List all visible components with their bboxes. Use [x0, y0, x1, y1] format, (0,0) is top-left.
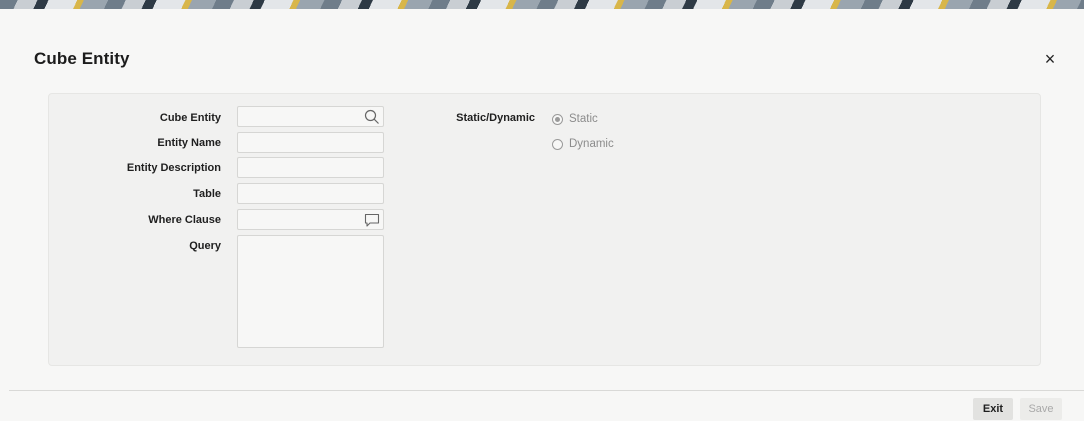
entity-description-field[interactable] [237, 157, 384, 178]
dynamic-radio-option[interactable]: Dynamic [552, 136, 614, 152]
save-button[interactable]: Save [1020, 398, 1062, 420]
footer-divider [9, 390, 1084, 391]
query-textarea[interactable] [237, 235, 384, 348]
comment-icon[interactable] [364, 212, 380, 228]
cube-entity-label: Cube Entity [159, 112, 221, 124]
where-clause-label: Where Clause [148, 214, 221, 226]
static-radio[interactable] [552, 113, 563, 125]
where-clause-field[interactable] [237, 209, 384, 230]
table-label: Table [193, 188, 221, 200]
entity-name-field[interactable] [237, 132, 384, 153]
close-icon[interactable]: × [1041, 50, 1059, 68]
entity-name-label: Entity Name [157, 137, 221, 149]
static-dynamic-label: Static/Dynamic [456, 112, 535, 124]
static-radio-option[interactable]: Static [552, 111, 598, 127]
dynamic-radio-label: Dynamic [569, 138, 614, 150]
page-title: Cube Entity [34, 49, 130, 68]
exit-button[interactable]: Exit [973, 398, 1013, 420]
dynamic-radio[interactable] [552, 138, 563, 150]
static-radio-label: Static [569, 113, 598, 125]
form-panel [48, 93, 1041, 366]
entity-description-label: Entity Description [126, 162, 221, 174]
top-banner-strip [0, 0, 1084, 9]
table-field[interactable] [237, 183, 384, 204]
query-label: Query [189, 240, 221, 252]
